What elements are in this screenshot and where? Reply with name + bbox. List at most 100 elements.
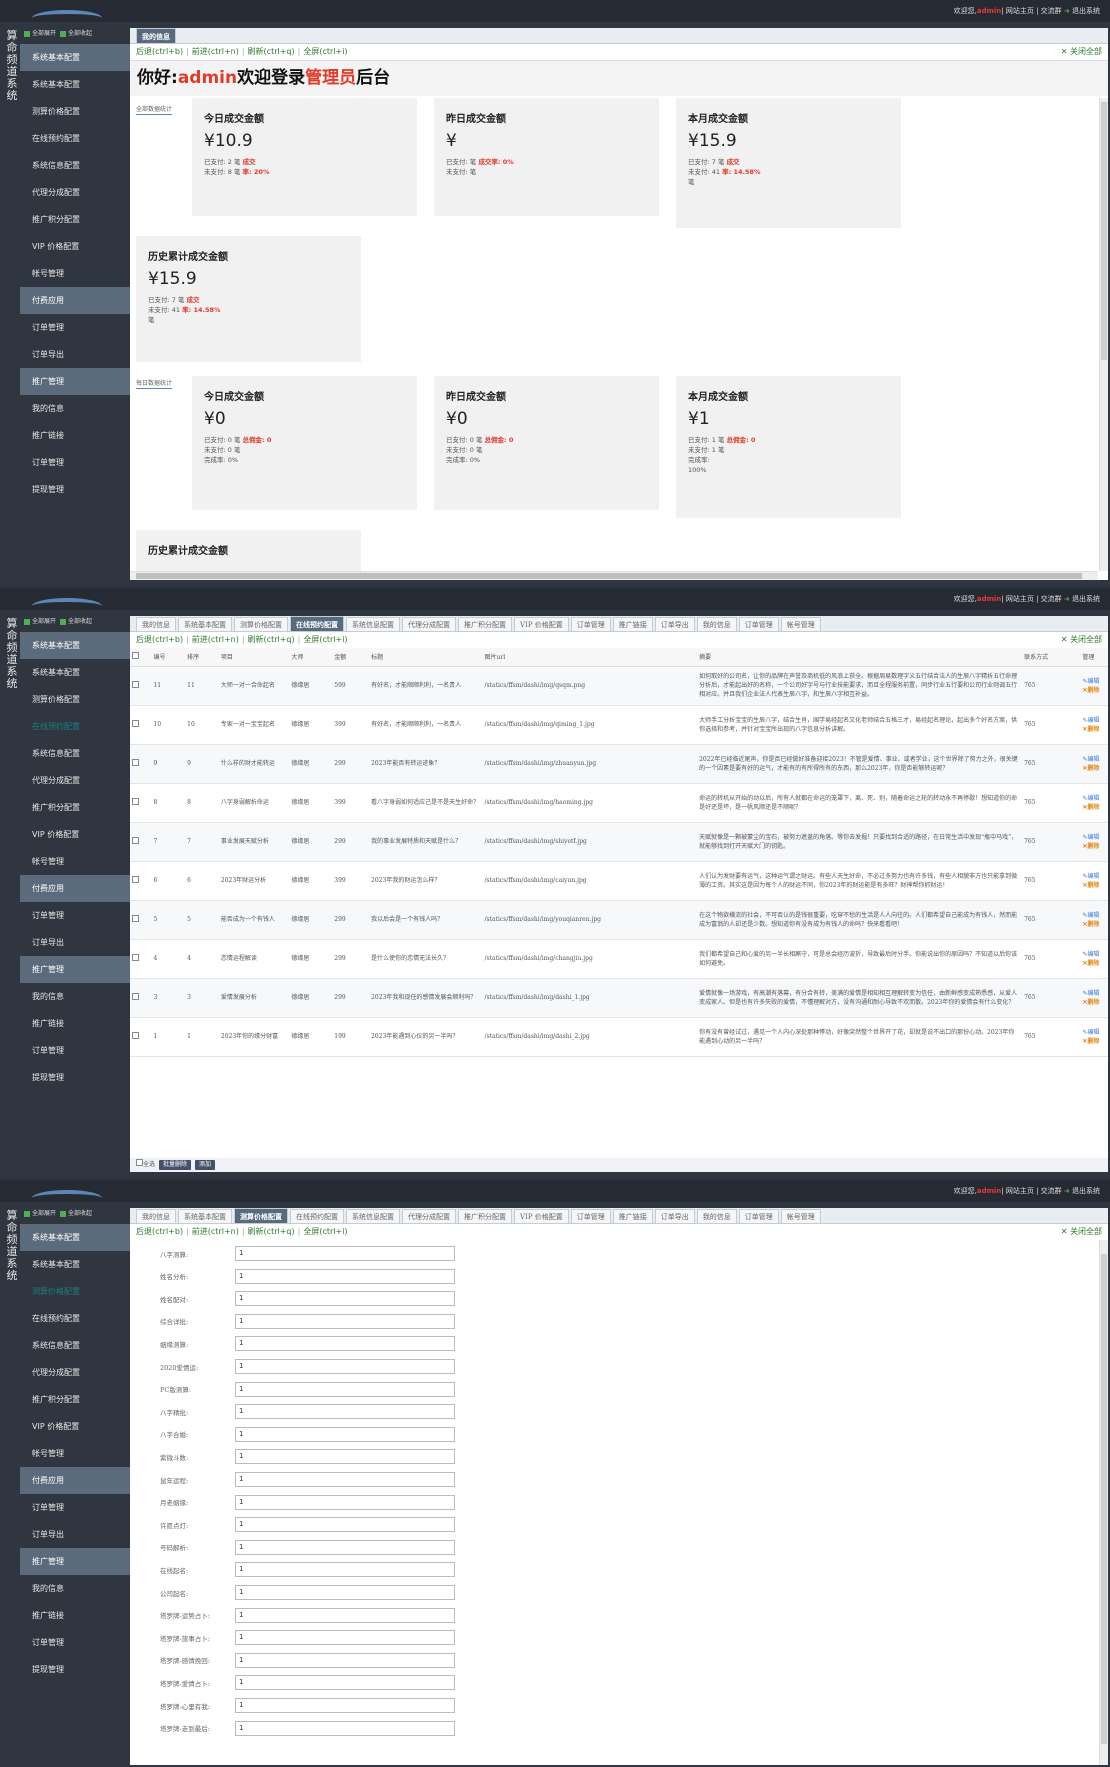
- price-input[interactable]: 1: [235, 1381, 455, 1397]
- tab[interactable]: 订单管理: [738, 617, 779, 631]
- username-link[interactable]: admin: [977, 7, 1001, 15]
- sidebar-item[interactable]: 推广积分配置: [20, 794, 130, 821]
- close-all-button[interactable]: ✕ 关闭全部: [1061, 1224, 1102, 1240]
- sidebar-item[interactable]: 提现管理: [20, 476, 130, 503]
- scroll-thumb[interactable]: [1101, 1254, 1107, 1744]
- sidebar-item[interactable]: 订单管理: [20, 1494, 130, 1521]
- sidebar-group-header[interactable]: 付费应用: [20, 875, 130, 902]
- column-header[interactable]: 标题: [369, 648, 483, 667]
- username-link[interactable]: admin: [977, 1187, 1001, 1195]
- price-input[interactable]: 1: [235, 1539, 455, 1555]
- site-links[interactable]: | 网站主页 | 交流群: [1001, 7, 1061, 15]
- price-input[interactable]: 1: [235, 1291, 455, 1307]
- tab[interactable]: 系统基本配置: [178, 617, 232, 631]
- tab[interactable]: 测算价格配置: [234, 617, 288, 631]
- row-select-cell[interactable]: [130, 939, 152, 979]
- sidebar-item[interactable]: 测算价格配置: [20, 686, 130, 713]
- price-input[interactable]: 1: [235, 1426, 455, 1442]
- tab[interactable]: VIP 价格配置: [514, 617, 569, 631]
- row-select-cell[interactable]: [130, 744, 152, 784]
- logout-link[interactable]: 退出系统: [1072, 7, 1100, 15]
- price-input[interactable]: 1: [235, 1472, 455, 1487]
- delete-button[interactable]: ✕删除: [1082, 686, 1106, 695]
- forward-button[interactable]: 前进(ctrl+n): [192, 635, 239, 644]
- tab[interactable]: 推广链接: [612, 617, 653, 631]
- price-input[interactable]: 1: [235, 1449, 455, 1465]
- table-row[interactable]: 5 5 能否成为一个有钱人 德缘居 299 我以后会是一个有钱人吗？/statics/ff…: [130, 900, 1108, 940]
- row-select-cell[interactable]: [130, 705, 152, 745]
- tab[interactable]: 我的信息: [136, 617, 176, 631]
- checkbox[interactable]: [132, 914, 139, 922]
- price-input[interactable]: 1: [235, 1268, 455, 1284]
- refresh-button[interactable]: 刷新(ctrl+q): [248, 47, 295, 56]
- sidebar-item[interactable]: 推广链接: [20, 1010, 130, 1037]
- collapse-icon[interactable]: [60, 30, 67, 37]
- edit-button[interactable]: ✎编辑: [1082, 716, 1106, 725]
- fullscreen-button[interactable]: 全屏(ctrl+i): [303, 47, 347, 56]
- back-button[interactable]: 后退(ctrl+b): [136, 1227, 183, 1236]
- forward-button[interactable]: 前进(ctrl+n): [192, 1227, 239, 1236]
- sidebar-item[interactable]: 提现管理: [20, 1656, 130, 1683]
- sidebar-group-header[interactable]: 付费应用: [20, 287, 130, 314]
- tab[interactable]: 订单导出: [654, 617, 695, 631]
- sidebar-item[interactable]: 我的信息: [20, 983, 130, 1010]
- price-input[interactable]: 1: [235, 1630, 455, 1646]
- sidebar-item[interactable]: VIP 价格配置: [20, 821, 130, 848]
- tab[interactable]: 测算价格配置: [234, 1208, 288, 1223]
- sidebar-item[interactable]: 订单管理: [20, 902, 130, 929]
- tab[interactable]: 我的信息: [696, 1209, 737, 1223]
- sidebar-item[interactable]: 系统信息配置: [20, 1332, 130, 1359]
- sidebar-item[interactable]: 我的信息: [20, 1575, 130, 1602]
- edit-button[interactable]: ✎编辑: [1082, 911, 1106, 920]
- sidebar-item[interactable]: 测算价格配置: [20, 98, 130, 125]
- sidebar-item[interactable]: 订单管理: [20, 1037, 130, 1064]
- checkbox[interactable]: [132, 992, 139, 1000]
- sidebar-item[interactable]: 订单管理: [20, 1629, 130, 1656]
- delete-button[interactable]: ✕删除: [1082, 998, 1106, 1007]
- sidebar-item[interactable]: 推广积分配置: [20, 206, 130, 233]
- tab[interactable]: 在线预约配置: [290, 1209, 344, 1223]
- sidebar-item[interactable]: 代理分成配置: [20, 1359, 130, 1386]
- table-row[interactable]: 11 11 大师一对一合命起名 德缘居 599 有好名，才能顺顺利利，一名贵人/stati…: [130, 666, 1108, 706]
- price-input[interactable]: 1: [235, 1675, 455, 1691]
- logout-link[interactable]: 退出系统: [1072, 1187, 1100, 1195]
- fullscreen-button[interactable]: 全屏(ctrl+i): [303, 1227, 347, 1236]
- back-button[interactable]: 后退(ctrl+b): [136, 47, 183, 56]
- column-header[interactable]: 项目: [218, 648, 290, 667]
- refresh-button[interactable]: 刷新(ctrl+q): [248, 635, 295, 644]
- sidebar-item[interactable]: 订单导出: [20, 929, 130, 956]
- sidebar-item[interactable]: 在线预约配置: [20, 713, 130, 740]
- checkbox[interactable]: [132, 1031, 139, 1039]
- price-input[interactable]: 1: [235, 1359, 455, 1374]
- price-input[interactable]: 1: [235, 1313, 455, 1329]
- tab[interactable]: 系统信息配置: [346, 1209, 400, 1223]
- select-all-header[interactable]: [130, 648, 152, 667]
- sidebar-item[interactable]: 订单管理: [20, 449, 130, 476]
- sidebar-item[interactable]: 推广积分配置: [20, 1386, 130, 1413]
- logout-icon[interactable]: ➜: [1062, 1187, 1072, 1195]
- column-header[interactable]: 金额: [332, 648, 370, 667]
- column-header[interactable]: 摘要: [697, 648, 1023, 667]
- column-header[interactable]: 编号: [151, 648, 186, 667]
- sidebar-item[interactable]: 系统信息配置: [20, 740, 130, 767]
- table-row[interactable]: 6 6 2023年财运分析 德缘居 399 2023年我的财运怎么样？/statics/f…: [130, 861, 1108, 901]
- edit-button[interactable]: ✎编辑: [1082, 872, 1106, 881]
- checkbox[interactable]: [132, 836, 139, 844]
- table-row[interactable]: 7 7 事业发展天赋分析 德缘居 299 我的事业发展特质和天赋是什么？/statics/…: [130, 822, 1108, 862]
- back-button[interactable]: 后退(ctrl+b): [136, 635, 183, 644]
- edit-button[interactable]: ✎编辑: [1082, 794, 1106, 803]
- sidebar-item[interactable]: 系统基本配置: [20, 71, 130, 98]
- select-all-checkbox[interactable]: [136, 1159, 143, 1166]
- sidebar-item[interactable]: VIP 价格配置: [20, 233, 130, 260]
- delete-button[interactable]: ✕删除: [1082, 803, 1106, 812]
- collapse-all-link[interactable]: 全部收起: [68, 30, 92, 37]
- sidebar-item[interactable]: 测算价格配置: [20, 1278, 130, 1305]
- column-header[interactable]: 图片url: [482, 648, 698, 667]
- table-row[interactable]: 8 8 八字身弱解析命运 德缘居 399 看八字身弱如何适应己是不是天生好命？/stati…: [130, 783, 1108, 823]
- sidebar-item[interactable]: 系统基本配置: [20, 659, 130, 686]
- price-input[interactable]: 1: [235, 1698, 455, 1713]
- sidebar-group-header[interactable]: 系统基本配置: [20, 632, 130, 659]
- price-input[interactable]: 1: [235, 1336, 455, 1352]
- column-header[interactable]: 管理: [1080, 648, 1108, 667]
- tab[interactable]: VIP 价格配置: [514, 1209, 569, 1223]
